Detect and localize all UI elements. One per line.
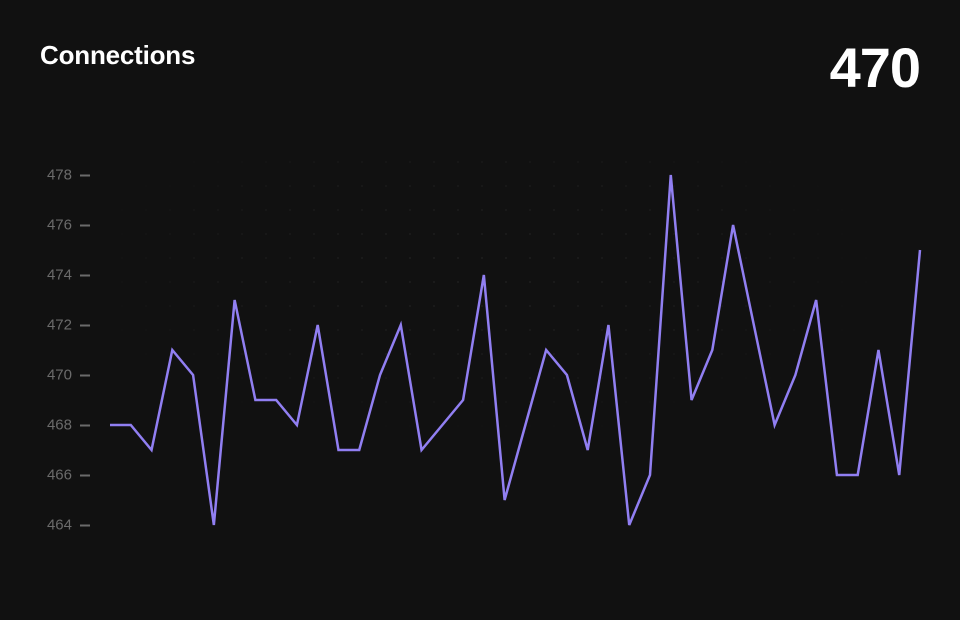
y-tick: 466 — [40, 467, 90, 484]
y-tick: 478 — [40, 167, 90, 184]
y-tick: 470 — [40, 367, 90, 384]
y-tick-label: 470 — [40, 367, 72, 384]
line-chart-svg — [110, 150, 920, 550]
y-tick-mark — [80, 524, 90, 526]
y-tick: 476 — [40, 217, 90, 234]
chart-title: Connections — [40, 40, 195, 71]
y-tick-label: 476 — [40, 217, 72, 234]
y-tick-label: 474 — [40, 267, 72, 284]
y-tick-mark — [80, 174, 90, 176]
chart-header: Connections 470 — [40, 40, 920, 96]
y-tick: 464 — [40, 517, 90, 534]
y-tick-label: 478 — [40, 167, 72, 184]
y-tick-label: 466 — [40, 467, 72, 484]
y-tick: 474 — [40, 267, 90, 284]
chart-area: 478 476 474 472 470 468 466 464 — [40, 150, 920, 550]
y-tick-mark — [80, 274, 90, 276]
y-axis: 478 476 474 472 470 468 466 464 — [40, 150, 100, 550]
y-tick-mark — [80, 374, 90, 376]
y-tick-label: 464 — [40, 517, 72, 534]
y-tick-mark — [80, 474, 90, 476]
y-tick-mark — [80, 424, 90, 426]
y-tick: 468 — [40, 417, 90, 434]
y-tick-label: 468 — [40, 417, 72, 434]
y-tick: 472 — [40, 317, 90, 334]
line-series — [110, 175, 920, 525]
current-value: 470 — [830, 40, 920, 96]
y-tick-mark — [80, 224, 90, 226]
y-tick-mark — [80, 324, 90, 326]
y-tick-label: 472 — [40, 317, 72, 334]
chart-plot — [110, 150, 920, 550]
